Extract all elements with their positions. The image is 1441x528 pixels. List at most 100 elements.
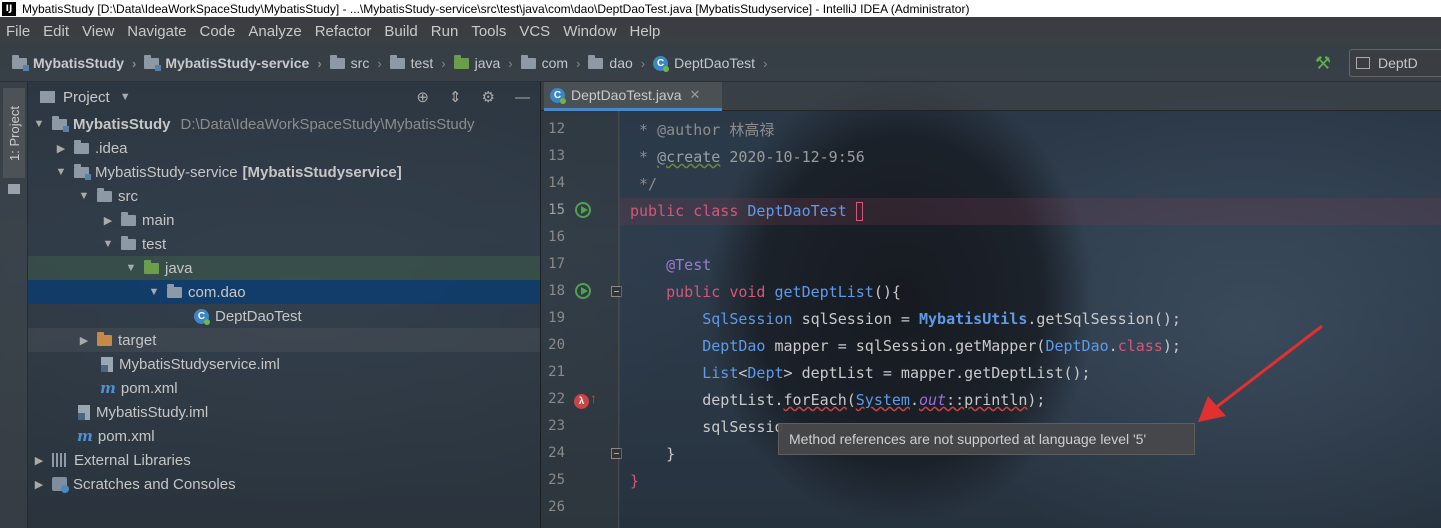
maven-icon: m bbox=[77, 427, 93, 445]
menu-run[interactable]: Run bbox=[431, 23, 459, 40]
collapse-all-icon[interactable]: ⇕ bbox=[449, 88, 462, 106]
line-number: 18 bbox=[548, 283, 565, 299]
structure-folder-icon[interactable] bbox=[8, 184, 20, 194]
tree-item-java[interactable]: ▼ java bbox=[28, 256, 540, 280]
tree-item-deptdaotest[interactable]: C DeptDaoTest bbox=[28, 304, 540, 328]
expanded-arrow-icon[interactable]: ▼ bbox=[30, 118, 48, 130]
breadcrumb-project[interactable]: MybatisStudy › bbox=[12, 54, 136, 71]
menu-bar: File Edit View Navigate Code Analyze Ref… bbox=[0, 17, 1441, 45]
run-test-method-icon[interactable] bbox=[575, 283, 591, 299]
module-folder-icon bbox=[144, 54, 162, 71]
menu-code[interactable]: Code bbox=[199, 23, 235, 40]
tree-item-com-dao[interactable]: ▼ com.dao bbox=[28, 280, 540, 304]
tree-item-mybatisstudy-service[interactable]: ▼ MybatisStudy-service [MybatisStudyserv… bbox=[28, 160, 540, 184]
error-arrow-up-icon: ↑ bbox=[590, 390, 597, 406]
line-number: 22 bbox=[548, 391, 565, 407]
collapsed-arrow-icon[interactable]: ▶ bbox=[75, 334, 93, 347]
line-number: 15 bbox=[548, 202, 565, 218]
excluded-folder-icon bbox=[97, 331, 112, 346]
library-icon bbox=[52, 453, 68, 467]
code-line-19: SqlSession sqlSession = MybatisUtils.get… bbox=[630, 310, 1181, 328]
expanded-arrow-icon[interactable]: ▼ bbox=[99, 238, 117, 250]
red-annotation-arrow bbox=[1198, 324, 1323, 422]
gear-icon[interactable]: ⚙ bbox=[482, 88, 495, 106]
menu-view[interactable]: View bbox=[82, 23, 114, 40]
tree-item-root-pom[interactable]: m pom.xml bbox=[28, 424, 540, 448]
breadcrumb-class[interactable]: C DeptDaoTest › bbox=[653, 55, 768, 72]
locate-icon[interactable]: ⊕ bbox=[416, 88, 429, 106]
menu-file[interactable]: File bbox=[6, 23, 30, 40]
menu-edit[interactable]: Edit bbox=[43, 23, 69, 40]
iml-file-icon bbox=[78, 404, 90, 420]
code-line-15: public class DeptDaoTest bbox=[630, 198, 863, 225]
close-icon[interactable]: ✕ bbox=[690, 87, 701, 103]
breadcrumb-dao[interactable]: dao › bbox=[588, 54, 645, 71]
module-folder-icon bbox=[74, 163, 91, 180]
menu-navigate[interactable]: Navigate bbox=[127, 23, 186, 40]
scratches-icon bbox=[52, 477, 69, 493]
window-title: MybatisStudy [D:\Data\IdeaWorkSpaceStudy… bbox=[22, 1, 970, 16]
project-tool-tab[interactable]: 1: Project bbox=[3, 88, 25, 178]
chevron-right-icon: › bbox=[508, 55, 513, 71]
expanded-arrow-icon[interactable]: ▼ bbox=[75, 190, 93, 202]
tree-item-mybatisstudyservice-iml[interactable]: MybatisStudyservice.iml bbox=[28, 352, 540, 376]
line-number: 16 bbox=[548, 229, 565, 245]
expanded-arrow-icon[interactable]: ▼ bbox=[122, 262, 140, 274]
tree-item-service-pom[interactable]: m pom.xml bbox=[28, 376, 540, 400]
module-folder-icon bbox=[12, 54, 29, 71]
chevron-down-icon[interactable]: ▼ bbox=[120, 91, 131, 103]
tree-item-src[interactable]: ▼ src bbox=[28, 184, 540, 208]
tree-item-test[interactable]: ▼ test bbox=[28, 232, 540, 256]
line-number: 24 bbox=[548, 445, 565, 461]
menu-analyze[interactable]: Analyze bbox=[248, 23, 301, 40]
menu-vcs[interactable]: VCS bbox=[519, 23, 550, 40]
tree-item-mybatisstudy[interactable]: ▼ MybatisStudy D:\Data\IdeaWorkSpaceStud… bbox=[28, 112, 540, 136]
collapsed-arrow-icon[interactable]: ▶ bbox=[99, 214, 117, 227]
navigation-bar: MybatisStudy › MybatisStudy-service › src ›… bbox=[0, 45, 1441, 82]
test-source-folder-icon bbox=[144, 259, 159, 274]
iml-file-icon bbox=[101, 356, 113, 372]
collapsed-arrow-icon[interactable]: ▶ bbox=[30, 454, 48, 467]
menu-build[interactable]: Build bbox=[384, 23, 417, 40]
menu-tools[interactable]: Tools bbox=[471, 23, 506, 40]
run-configuration-select[interactable]: DeptD bbox=[1349, 49, 1441, 77]
chevron-right-icon: › bbox=[763, 55, 768, 71]
project-panel: Project ▼ ⊕ ⇕ ⚙ — ▼ MybatisStudy D:\Data… bbox=[28, 82, 541, 528]
tree-item-main[interactable]: ▶ main bbox=[28, 208, 540, 232]
tab-deptdaotest-java[interactable]: C DeptDaoTest.java ✕ bbox=[544, 82, 722, 111]
tree-item-idea[interactable]: ▶ .idea bbox=[28, 136, 540, 160]
run-test-class-icon[interactable] bbox=[575, 202, 591, 218]
tree-item-target[interactable]: ▶ target bbox=[28, 328, 540, 352]
breadcrumb-module[interactable]: MybatisStudy-service › bbox=[144, 54, 322, 71]
minimize-icon[interactable]: — bbox=[515, 89, 530, 106]
lambda-icon[interactable]: λ bbox=[574, 394, 589, 409]
project-view-title[interactable]: Project bbox=[63, 89, 110, 106]
folder-icon bbox=[329, 54, 345, 69]
text-caret bbox=[855, 202, 863, 221]
package-icon bbox=[588, 54, 604, 69]
tree-item-mybatisstudy-iml[interactable]: MybatisStudy.iml bbox=[28, 400, 540, 424]
code-line-13: * @create 2020-10-12-9:56 bbox=[630, 148, 865, 166]
tree-item-scratches[interactable]: ▶ Scratches and Consoles bbox=[28, 472, 540, 496]
breadcrumb-test[interactable]: test › bbox=[389, 54, 446, 71]
breadcrumb-java[interactable]: java › bbox=[453, 54, 513, 71]
chevron-right-icon: › bbox=[576, 55, 581, 71]
project-panel-header: Project ▼ ⊕ ⇕ ⚙ — bbox=[28, 82, 540, 112]
tree-item-external-libraries[interactable]: ▶ External Libraries bbox=[28, 448, 540, 472]
menu-refactor[interactable]: Refactor bbox=[315, 23, 372, 40]
menu-window[interactable]: Window bbox=[563, 23, 616, 40]
editor-tabs: C DeptDaoTest.java ✕ bbox=[541, 82, 1441, 111]
folder-icon bbox=[97, 187, 112, 202]
line-number: 13 bbox=[548, 148, 565, 164]
collapsed-arrow-icon[interactable]: ▶ bbox=[52, 142, 70, 155]
breadcrumb-com[interactable]: com › bbox=[520, 54, 581, 71]
expanded-arrow-icon[interactable]: ▼ bbox=[145, 286, 163, 298]
code-line-21: List<Dept> deptList = mapper.getDeptList… bbox=[630, 364, 1091, 382]
breadcrumb-src[interactable]: src › bbox=[329, 54, 382, 71]
menu-help[interactable]: Help bbox=[630, 23, 661, 40]
expanded-arrow-icon[interactable]: ▼ bbox=[52, 166, 70, 178]
line-number: 25 bbox=[548, 472, 565, 488]
code-line-20: DeptDao mapper = sqlSession.getMapper(De… bbox=[630, 337, 1181, 355]
build-hammer-icon[interactable]: ⚒ bbox=[1315, 53, 1331, 74]
collapsed-arrow-icon[interactable]: ▶ bbox=[30, 478, 48, 491]
